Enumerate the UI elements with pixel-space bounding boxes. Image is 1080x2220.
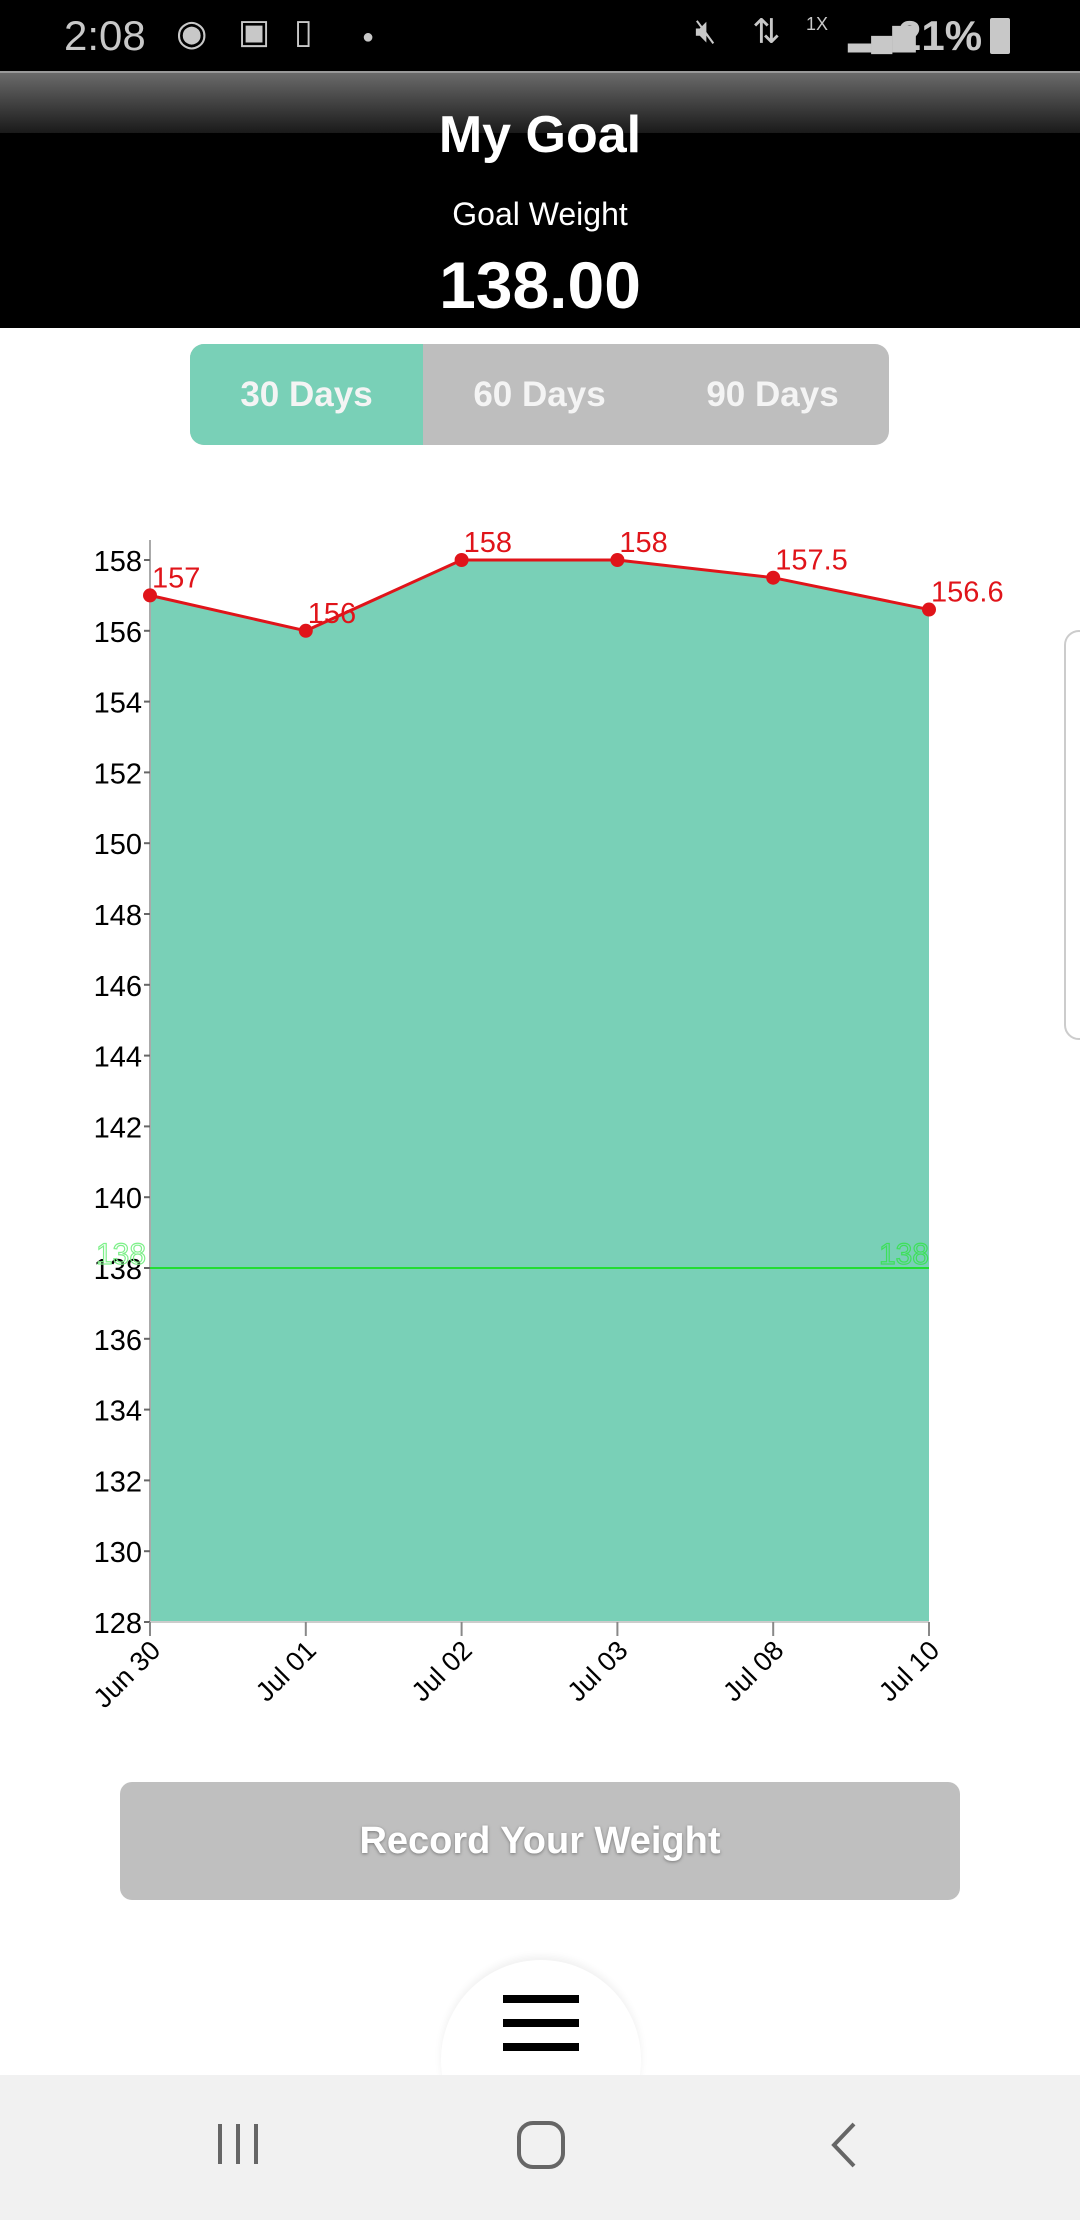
battery-icon [990, 18, 1010, 54]
data-label: 158 [619, 527, 667, 559]
y-tick-label: 130 [94, 1537, 142, 1569]
back-icon[interactable] [826, 2120, 860, 2175]
account-icon: ◉ [176, 12, 208, 53]
network-type: 1X [806, 14, 829, 34]
y-tick-label: 132 [94, 1466, 142, 1498]
x-tick-label: Jul 02 [406, 1635, 478, 1707]
y-tick-label: 150 [94, 829, 142, 861]
data-label: 157.5 [775, 545, 848, 577]
sim-unknown-icon: ▣ [238, 13, 271, 51]
clock: 2:08 [64, 12, 146, 59]
y-tick-label: 156 [94, 617, 142, 649]
y-tick-label: 142 [94, 1112, 142, 1144]
x-tick-label: Jul 10 [873, 1635, 945, 1707]
tab-60-days[interactable]: 60 Days [423, 344, 656, 445]
range-selector: 30 Days 60 Days 90 Days [190, 344, 889, 445]
goal-weight-value: 138.00 [439, 248, 641, 322]
device-icon: ▯ [294, 13, 313, 51]
y-tick-label: 136 [94, 1325, 142, 1357]
goal-weight-label: Goal Weight [452, 196, 628, 232]
data-label: 157 [152, 562, 200, 594]
y-tick-label: 158 [94, 546, 142, 578]
data-label: 156.6 [931, 577, 1004, 609]
x-tick-label: Jul 08 [717, 1635, 789, 1707]
data-label: 158 [464, 527, 512, 559]
battery-percent: 21% [898, 12, 983, 59]
status-bar: 2:08 ◉ ▣ ▯ ● 🔇︎ ⇅ 1X ▂▄▆ 21% [0, 0, 1080, 71]
y-tick-label: 154 [94, 688, 142, 720]
mute-icon: 🔇︎ [695, 12, 717, 50]
y-tick-label: 152 [94, 758, 142, 790]
tab-30-days[interactable]: 30 Days [190, 344, 423, 445]
wifi-icon: ⇅ [752, 13, 781, 51]
y-tick-label: 148 [94, 900, 142, 932]
x-tick-label: Jul 03 [561, 1635, 633, 1707]
system-nav-bar [0, 2075, 1080, 2220]
page-title: My Goal [438, 106, 642, 164]
data-label: 156 [308, 598, 356, 630]
record-weight-button[interactable]: Record Your Weight [120, 1782, 960, 1900]
x-tick-label: Jun 30 [88, 1635, 167, 1714]
weight-chart: 128 130 132 134 136 138 140 142 144 146 148 150 152 1… [88, 527, 1004, 1714]
y-tick-label: 128 [94, 1608, 142, 1640]
x-tick-label: Jul 01 [250, 1635, 322, 1707]
home-icon[interactable] [516, 2120, 566, 2175]
goal-label-left: 138 [96, 1238, 146, 1271]
goal-header: My Goal Goal Weight 138.00 [0, 71, 1080, 328]
goal-label-right: 138 [879, 1238, 929, 1271]
y-tick-label: 146 [94, 971, 142, 1003]
y-tick-label: 144 [94, 1042, 142, 1074]
y-tick-label: 134 [94, 1396, 142, 1428]
y-tick-label: 140 [94, 1183, 142, 1215]
dot-icon: ● [362, 26, 375, 48]
recent-apps-icon[interactable] [216, 2120, 262, 2173]
area-fill [150, 560, 929, 1622]
hamburger-icon [503, 1995, 579, 2051]
tab-90-days[interactable]: 90 Days [656, 344, 889, 445]
edge-panel-handle[interactable] [1064, 630, 1080, 1040]
